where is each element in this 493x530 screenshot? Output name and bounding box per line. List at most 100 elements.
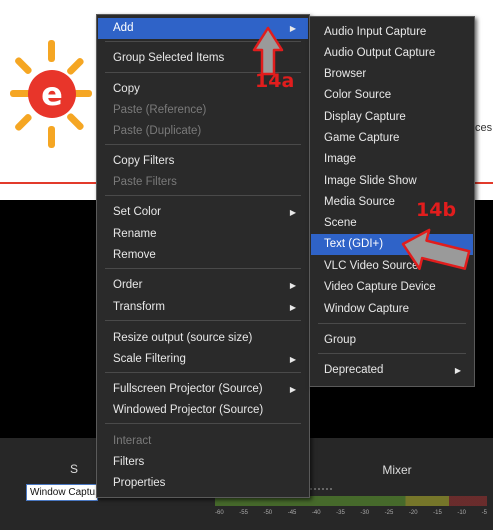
background-text-fragment: ces bbox=[475, 122, 493, 134]
sources-panel-title: S bbox=[69, 462, 78, 476]
add-item-window-capture[interactable]: Window Capture bbox=[311, 299, 473, 320]
menu-item-label: Audio Input Capture bbox=[324, 26, 427, 38]
add-item-display-capture[interactable]: Display Capture bbox=[311, 107, 473, 128]
menu-item-label: Paste Filters bbox=[113, 176, 177, 188]
add-item-video-capture-device[interactable]: Video Capture Device bbox=[311, 277, 473, 298]
add-item-browser[interactable]: Browser bbox=[311, 64, 473, 85]
menu-item-label: Display Capture bbox=[324, 111, 406, 123]
meter-tick-label: -25 bbox=[384, 510, 394, 516]
menu-item-label: Browser bbox=[324, 68, 367, 80]
menu-item-label: Video Capture Device bbox=[324, 281, 436, 293]
menu-item-properties[interactable]: Properties bbox=[98, 473, 308, 494]
menu-item-label: Filters bbox=[113, 456, 145, 468]
menu-item-label: Group Selected Items bbox=[113, 52, 225, 64]
menu-item-label: Properties bbox=[113, 477, 166, 489]
annotation-label-14b: 14b bbox=[416, 199, 457, 221]
menu-separator bbox=[105, 268, 301, 269]
menu-item-label: Paste (Reference) bbox=[113, 104, 207, 116]
menu-item-label: Add bbox=[113, 22, 134, 34]
menu-item-label: Scene bbox=[324, 217, 357, 229]
annotation-arrow-up-icon bbox=[252, 26, 284, 76]
menu-item-fullscreen-projector-source[interactable]: Fullscreen Projector (Source) ▶ bbox=[98, 379, 308, 400]
menu-separator bbox=[105, 144, 301, 145]
menu-item-scale-filtering[interactable]: Scale Filtering ▶ bbox=[98, 349, 308, 370]
menu-item-paste-duplicate: Paste (Duplicate) bbox=[98, 121, 308, 142]
menu-item-label: Resize output (source size) bbox=[113, 332, 253, 344]
menu-item-label: Rename bbox=[113, 228, 157, 240]
menu-item-label: Color Source bbox=[324, 89, 392, 101]
menu-separator bbox=[105, 320, 301, 321]
menu-separator bbox=[105, 195, 301, 196]
menu-item-label: Audio Output Capture bbox=[324, 47, 436, 59]
menu-item-label: Transform bbox=[113, 301, 165, 313]
annotation-label-14a: 14a bbox=[255, 70, 295, 92]
meter-tick-label: -30 bbox=[360, 510, 370, 516]
menu-item-transform[interactable]: Transform ▶ bbox=[98, 297, 308, 318]
menu-item-paste-reference: Paste (Reference) bbox=[98, 100, 308, 121]
menu-item-label: Windowed Projector (Source) bbox=[113, 404, 264, 416]
chevron-right-icon: ▶ bbox=[289, 303, 296, 312]
add-item-deprecated[interactable]: Deprecated ▶ bbox=[311, 360, 473, 381]
chevron-right-icon: ▶ bbox=[289, 208, 296, 217]
menu-item-label: Copy bbox=[113, 83, 140, 95]
add-item-image[interactable]: Image bbox=[311, 149, 473, 170]
meter-tick-labels: -60 -55 -50 -45 -40 -35 -30 -25 -20 -15 -10 -5 bbox=[215, 510, 487, 522]
menu-item-label: Game Capture bbox=[324, 132, 400, 144]
add-item-image-slide-show[interactable]: Image Slide Show bbox=[311, 171, 473, 192]
menu-item-filters[interactable]: Filters bbox=[98, 452, 308, 473]
sun-logo: e bbox=[10, 40, 92, 148]
meter-tick-label: -35 bbox=[336, 510, 345, 516]
menu-item-set-color[interactable]: Set Color ▶ bbox=[98, 202, 308, 223]
menu-item-label: Deprecated bbox=[324, 364, 384, 376]
menu-item-label: Set Color bbox=[113, 206, 161, 218]
chevron-right-icon: ▶ bbox=[289, 24, 296, 33]
add-item-audio-output-capture[interactable]: Audio Output Capture bbox=[311, 43, 473, 64]
menu-separator bbox=[318, 353, 466, 354]
menu-separator bbox=[318, 323, 466, 324]
add-item-audio-input-capture[interactable]: Audio Input Capture bbox=[311, 22, 473, 43]
meter-tick-label: -15 bbox=[433, 510, 442, 516]
meter-tick-label: -20 bbox=[408, 510, 418, 516]
menu-item-paste-filters: Paste Filters bbox=[98, 172, 308, 193]
menu-item-label: Order bbox=[113, 279, 143, 291]
chevron-right-icon: ▶ bbox=[454, 366, 461, 375]
menu-separator bbox=[105, 372, 301, 373]
menu-item-label: Text (GDI+) bbox=[324, 238, 384, 250]
menu-item-label: Paste (Duplicate) bbox=[113, 125, 202, 137]
menu-item-interact: Interact bbox=[98, 431, 308, 452]
menu-item-label: Image bbox=[324, 153, 356, 165]
meter-tick-label: -55 bbox=[239, 510, 248, 516]
chevron-right-icon: ▶ bbox=[289, 385, 296, 394]
meter-tick-label: -60 bbox=[215, 510, 224, 516]
menu-item-label: Window Capture bbox=[324, 303, 410, 315]
menu-separator bbox=[105, 423, 301, 424]
menu-item-resize-output-source-size[interactable]: Resize output (source size) bbox=[98, 328, 308, 349]
add-item-game-capture[interactable]: Game Capture bbox=[311, 128, 473, 149]
menu-item-remove[interactable]: Remove bbox=[98, 245, 308, 266]
meter-tick-label: -5 bbox=[481, 510, 487, 516]
menu-item-copy-filters[interactable]: Copy Filters bbox=[98, 151, 308, 172]
meter-tick-label: -45 bbox=[287, 510, 297, 516]
meter-tick-label: -50 bbox=[263, 510, 273, 516]
source-list-item-window-capture[interactable]: Window Captu... bbox=[26, 484, 98, 501]
chevron-right-icon: ▶ bbox=[289, 281, 296, 290]
menu-item-label: Group bbox=[324, 334, 356, 346]
meter-tick-label: -10 bbox=[457, 510, 467, 516]
menu-item-windowed-projector-source[interactable]: Windowed Projector (Source) bbox=[98, 400, 308, 421]
svg-text:e: e bbox=[41, 75, 63, 113]
menu-item-label: Interact bbox=[113, 435, 152, 447]
add-item-group[interactable]: Group bbox=[311, 330, 473, 351]
menu-item-label: Fullscreen Projector (Source) bbox=[113, 383, 263, 395]
menu-item-label: Remove bbox=[113, 249, 156, 261]
chevron-right-icon: ▶ bbox=[289, 355, 296, 364]
annotation-arrow-left-icon bbox=[401, 228, 471, 270]
menu-item-order[interactable]: Order ▶ bbox=[98, 275, 308, 296]
menu-item-label: Copy Filters bbox=[113, 155, 175, 167]
menu-item-label: Media Source bbox=[324, 196, 395, 208]
menu-item-label: Image Slide Show bbox=[324, 175, 417, 187]
menu-item-rename[interactable]: Rename bbox=[98, 224, 308, 245]
mixer-panel-title: Mixer bbox=[382, 463, 412, 477]
menu-item-label: Scale Filtering bbox=[113, 353, 186, 365]
add-item-color-source[interactable]: Color Source bbox=[311, 85, 473, 106]
meter-tick-label: -40 bbox=[311, 510, 321, 516]
